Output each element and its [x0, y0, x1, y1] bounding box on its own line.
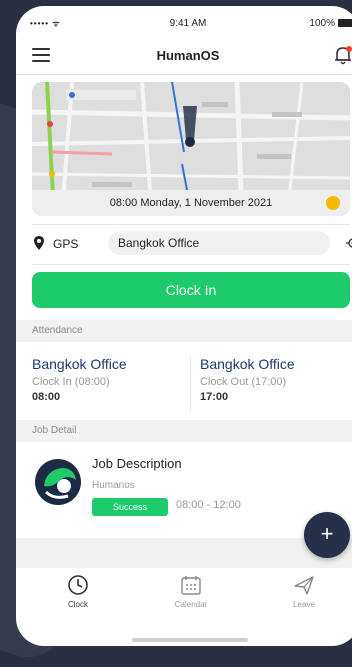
divider: [32, 224, 350, 225]
content-footer-band: [16, 538, 352, 568]
battery-indicator: 100%: [309, 18, 352, 29]
attendance-clock-out: Bangkok Office Clock Out (17:00) 17:00: [200, 356, 350, 403]
home-indicator: [132, 638, 248, 642]
calendar-icon: [180, 574, 202, 596]
app-title: HumanOS: [16, 48, 352, 63]
job-title: Job Description: [92, 456, 182, 471]
locate-icon[interactable]: [326, 196, 340, 210]
divider: [32, 264, 350, 265]
clock-in-office: Bangkok Office: [32, 356, 182, 372]
clock-out-time: 17:00: [200, 391, 350, 403]
bell-icon[interactable]: [332, 44, 352, 66]
job-card[interactable]: Job Description Humanos Success 08:00 - …: [16, 448, 352, 538]
clock-in-label: Clock In (08:00): [32, 376, 182, 388]
gps-row: GPS Bangkok Office: [16, 228, 352, 258]
clock-in-time: 08:00: [32, 391, 182, 403]
status-time: 9:41 AM: [16, 18, 352, 29]
clock-in-button[interactable]: Clock In: [32, 272, 350, 308]
company-logo-icon: [34, 458, 82, 506]
map-datetime: 08:00 Monday, 1 November 2021: [32, 190, 350, 216]
plane-icon: [293, 574, 315, 596]
attendance-clock-in: Bangkok Office Clock In (08:00) 08:00: [32, 356, 182, 403]
phone-screen: ••••• ᯤ 9:41 AM 100% HumanOS: [16, 6, 352, 646]
job-time-range: 08:00 - 12:00: [176, 499, 241, 511]
tab-leave-label: Leave: [264, 600, 344, 609]
gps-target-icon[interactable]: [346, 236, 352, 250]
gps-location-field[interactable]: Bangkok Office: [108, 231, 330, 255]
gps-label: GPS: [53, 237, 78, 251]
map-view[interactable]: 08:00 Monday, 1 November 2021: [32, 82, 350, 216]
clock-out-label: Clock Out (17:00): [200, 376, 350, 388]
battery-icon: [338, 19, 352, 27]
battery-percent: 100%: [309, 18, 335, 29]
navigation-bar: HumanOS: [16, 36, 352, 75]
job-company: Humanos: [92, 480, 135, 491]
tab-calendar[interactable]: Calendar: [151, 574, 231, 609]
clock-icon: [67, 574, 89, 596]
tab-calendar-label: Calendar: [151, 600, 231, 609]
location-pin-icon: [34, 236, 44, 250]
tab-bar: Clock Calendar Leave: [16, 568, 352, 624]
status-bar: ••••• ᯤ 9:41 AM 100%: [16, 6, 352, 36]
status-badge: Success: [92, 498, 168, 516]
tab-clock-label: Clock: [38, 600, 118, 609]
attendance-section-header: Attendance: [16, 320, 352, 342]
job-detail-section-header: Job Detail: [16, 420, 352, 442]
tab-clock[interactable]: Clock: [38, 574, 118, 609]
attendance-divider: [190, 356, 191, 412]
clock-out-office: Bangkok Office: [200, 356, 350, 372]
tab-leave[interactable]: Leave: [264, 574, 344, 609]
add-button[interactable]: +: [304, 512, 350, 558]
